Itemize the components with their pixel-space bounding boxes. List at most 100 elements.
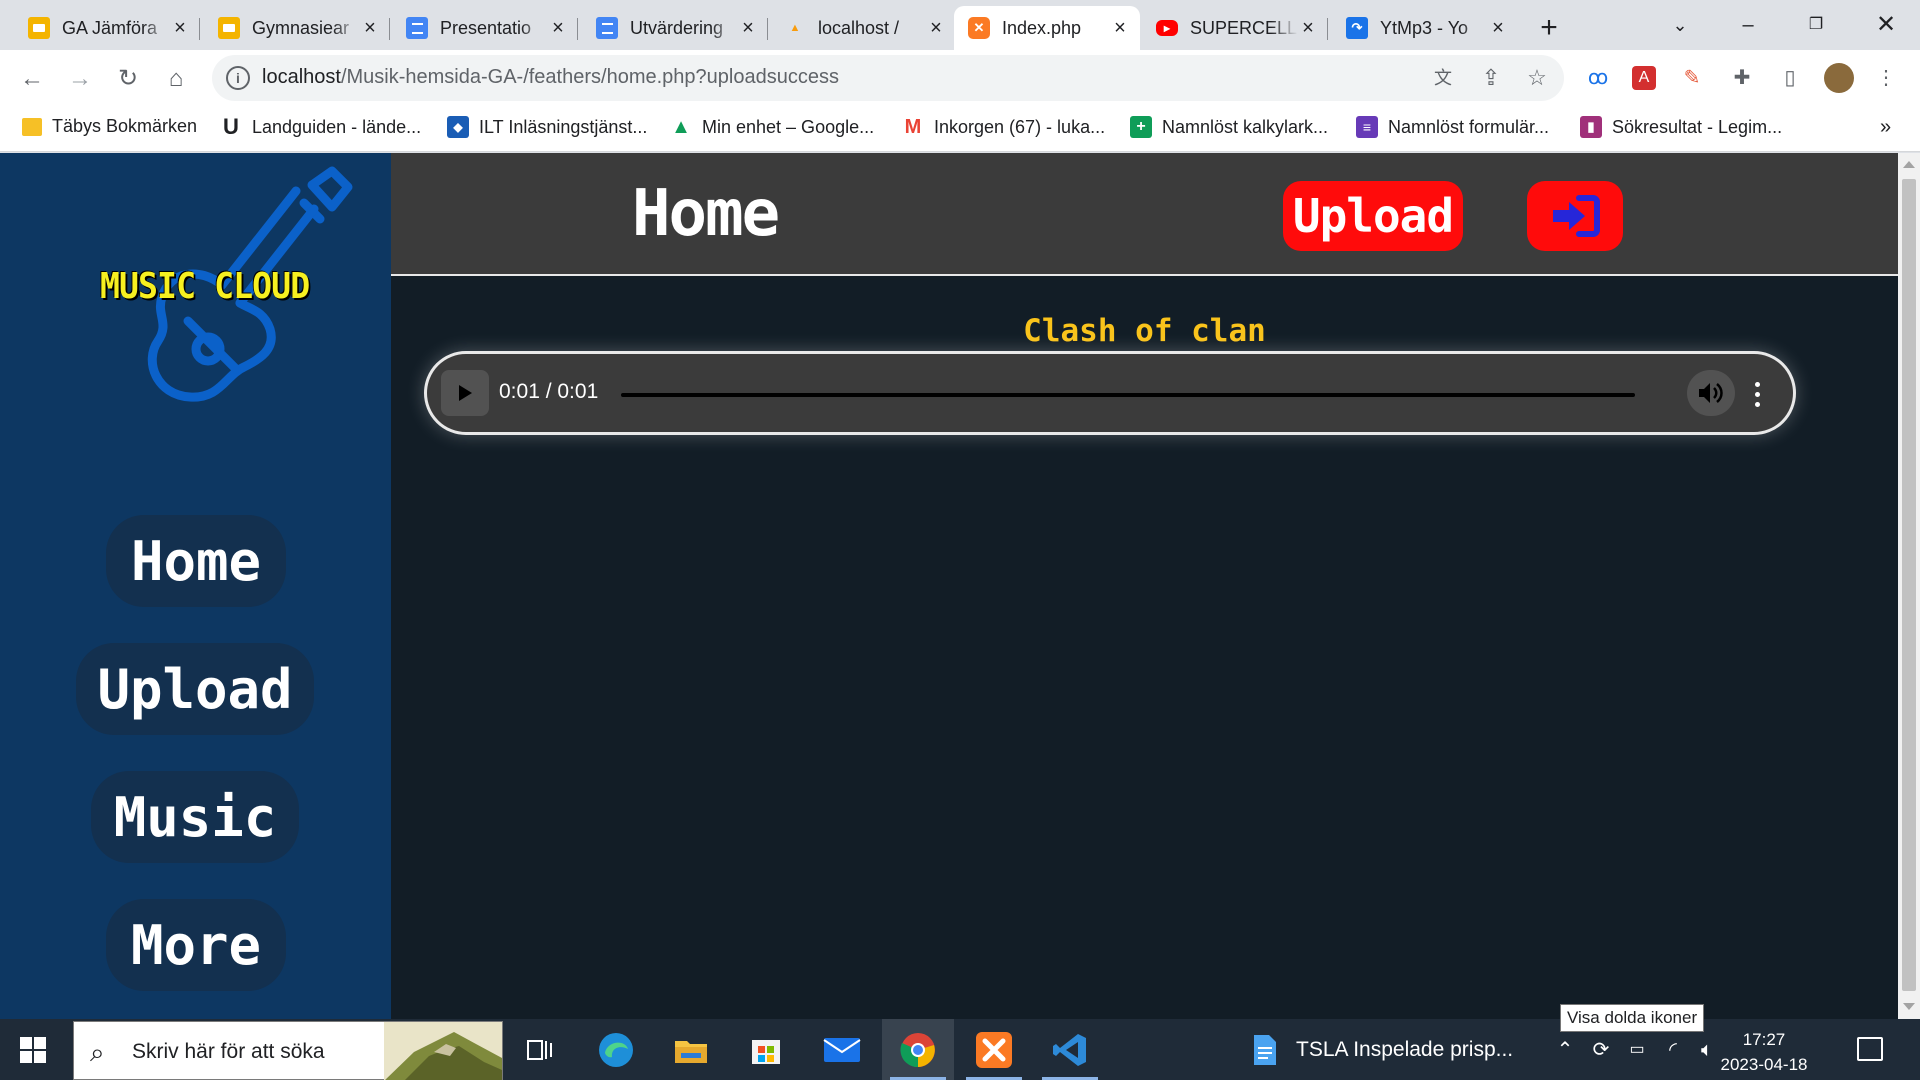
legimus-icon: ▮ [1580, 116, 1602, 138]
reload-button[interactable]: ↻ [110, 62, 146, 96]
mail-icon[interactable] [806, 1019, 878, 1080]
tab-supercell[interactable]: ▶ SUPERCELL × [1142, 6, 1328, 50]
tab-utvardering[interactable]: Utvärdering × [582, 6, 768, 50]
tab-ytmp3[interactable]: ↷ YtMp3 - Yo × [1332, 6, 1518, 50]
bookmark-folder[interactable]: Täbys Bokmärken [22, 116, 197, 137]
speaker-icon[interactable]: 🔈︎ [1694, 1037, 1720, 1063]
tab-presentation[interactable]: Presentatio × [392, 6, 578, 50]
battery-icon[interactable]: ▭ [1624, 1037, 1650, 1063]
document-icon [1254, 1034, 1276, 1065]
acrobat-icon[interactable]: A [1632, 66, 1656, 90]
windows-start-icon[interactable] [20, 1037, 46, 1063]
landguiden-icon: U [223, 114, 239, 139]
side-panel-icon[interactable]: ▯ [1776, 64, 1804, 92]
drive-icon: ▲ [671, 115, 691, 138]
taskbar-search[interactable]: ⌕ Skriv här för att söka [73, 1021, 503, 1080]
scrollbar-thumb[interactable] [1902, 179, 1916, 991]
gmail-icon: M [904, 115, 922, 138]
tab-title: GA Jämföra [62, 17, 158, 38]
tab-search-icon[interactable]: ⌄ [1660, 8, 1700, 42]
close-icon[interactable]: × [1488, 18, 1508, 38]
bookmark-item[interactable]: ▲ Min enhet – Google... [670, 116, 874, 138]
docs-icon [406, 17, 428, 39]
home-button[interactable]: ⌂ [158, 62, 194, 96]
bookmark-label: Namnlöst formulär... [1388, 116, 1550, 137]
forward-button[interactable]: → [62, 62, 98, 96]
chrome-icon[interactable] [882, 1019, 954, 1080]
chevron-up-icon[interactable]: ⌃ [1552, 1037, 1578, 1063]
folder-icon [22, 117, 42, 136]
playback-time: 0:01 / 0:01 [499, 380, 599, 403]
tab-title: YtMp3 - Yo [1380, 17, 1469, 38]
minimize-button[interactable]: – [1728, 8, 1768, 42]
play-icon [459, 385, 472, 401]
close-icon[interactable]: × [170, 18, 190, 38]
close-icon[interactable]: × [1110, 18, 1130, 38]
close-icon[interactable]: × [1298, 18, 1318, 38]
menu-kebab-icon[interactable]: ⋮ [1872, 64, 1900, 92]
bookmark-item[interactable]: ▮ Sökresultat - Legim... [1580, 116, 1782, 138]
close-window-button[interactable]: ✕ [1866, 8, 1906, 42]
scroll-down-icon[interactable] [1903, 1003, 1915, 1010]
bookmark-item[interactable]: ≡ Namnlöst formulär... [1356, 116, 1549, 138]
close-icon[interactable]: × [926, 18, 946, 38]
vscode-icon[interactable] [1034, 1019, 1106, 1080]
share-icon[interactable]: ⇪ [1478, 65, 1504, 91]
logout-button[interactable] [1527, 181, 1623, 251]
task-view-icon[interactable] [504, 1019, 576, 1080]
tab-index-php[interactable]: ✕ Index.php × [954, 6, 1140, 50]
bookmark-label: Min enhet – Google... [702, 116, 875, 137]
bookmark-item[interactable]: M Inkorgen (67) - luka... [902, 116, 1105, 138]
extension-icon[interactable]: ꝏ [1584, 64, 1612, 92]
volume-button[interactable] [1687, 370, 1735, 416]
bookmarks-overflow-button[interactable]: » [1880, 116, 1891, 139]
slides-icon [218, 17, 240, 39]
bookmark-label: Landguiden - lände... [252, 116, 422, 137]
new-tab-button[interactable]: + [1530, 10, 1568, 48]
edge-icon[interactable] [580, 1019, 652, 1080]
bookmark-item[interactable]: ◆ ILT Inläsningstjänst... [447, 116, 647, 138]
nav-home-button[interactable]: Home [106, 515, 286, 607]
clock[interactable]: 17:27 2023-04-18 [1718, 1027, 1810, 1077]
site-info-icon[interactable]: i [226, 66, 250, 90]
tab-gymnasiear[interactable]: Gymnasiear × [204, 6, 390, 50]
forms-icon: ≡ [1356, 116, 1378, 138]
logo-text: MUSIC CLOUD [100, 266, 310, 307]
close-icon[interactable]: × [548, 18, 568, 38]
nav-upload-button[interactable]: Upload [76, 643, 314, 735]
close-icon[interactable]: × [738, 18, 758, 38]
close-icon[interactable]: × [360, 18, 380, 38]
nav-more-button[interactable]: More [106, 899, 286, 991]
sign-in-icon [1553, 195, 1600, 237]
sync-icon[interactable]: ⟳ [1588, 1037, 1614, 1063]
tab-phpmyadmin[interactable]: ▲ localhost / × [770, 6, 956, 50]
upload-button[interactable]: Upload [1283, 181, 1463, 251]
xampp-icon[interactable] [958, 1019, 1030, 1080]
taskbar-document[interactable]: TSLA Inspelade prisp... [1252, 1019, 1527, 1080]
tab-ga-jamfora[interactable]: GA Jämföra × [14, 6, 200, 50]
extensions-puzzle-icon[interactable]: ✚ [1728, 64, 1756, 92]
url-text[interactable]: localhost/Musik-hemsida-GA-/feathers/hom… [262, 66, 839, 89]
translate-icon[interactable]: 文 [1430, 65, 1456, 91]
profile-avatar[interactable] [1824, 63, 1854, 93]
url-path: /Musik-hemsida-GA-/feathers/home.php?upl… [340, 66, 839, 88]
microsoft-store-icon[interactable] [730, 1019, 802, 1080]
file-explorer-icon[interactable] [655, 1019, 727, 1080]
page-scrollbar[interactable] [1898, 153, 1920, 1019]
nav-music-button[interactable]: Music [91, 771, 299, 863]
bookmark-star-icon[interactable]: ☆ [1524, 65, 1550, 91]
color-picker-icon[interactable]: ✎ [1678, 64, 1706, 92]
bookmark-item[interactable]: + Namnlöst kalkylark... [1130, 116, 1328, 138]
back-button[interactable]: ← [14, 62, 50, 96]
player-options-icon[interactable] [1747, 374, 1767, 414]
bookmark-item[interactable]: U Landguiden - lände... [220, 114, 422, 139]
wifi-icon[interactable]: ◜ [1660, 1037, 1686, 1063]
seek-bar[interactable] [621, 393, 1635, 397]
slides-icon [28, 17, 50, 39]
scroll-up-icon[interactable] [1903, 161, 1915, 168]
restore-button[interactable]: ❐ [1796, 8, 1836, 42]
play-button[interactable] [441, 370, 489, 416]
address-bar[interactable]: i localhost/Musik-hemsida-GA-/feathers/h… [212, 55, 1564, 101]
audio-player: 0:01 / 0:01 [424, 351, 1796, 435]
notification-icon[interactable] [1857, 1037, 1883, 1061]
